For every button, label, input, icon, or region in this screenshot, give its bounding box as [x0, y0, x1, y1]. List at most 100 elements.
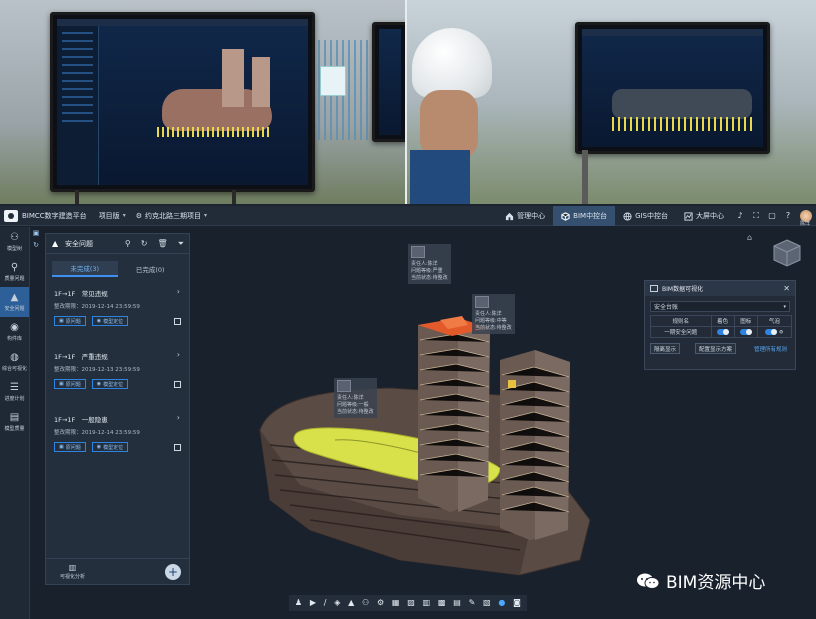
tab-management-center[interactable]: 管理中心 — [497, 206, 553, 226]
issue-title: 1F→1F 一般隐患 — [54, 416, 108, 424]
site-photo-left — [0, 0, 405, 204]
nav-quality-issues[interactable]: ⚲ 质量问题 — [0, 257, 29, 287]
home-view-icon[interactable]: ⌂ — [747, 233, 752, 242]
tab-bim-console[interactable]: BIM中控台 — [553, 206, 616, 226]
issue-title: 1F→1F 常见违规 — [54, 290, 108, 298]
fullscreen-icon[interactable]: ⛶ — [752, 212, 760, 220]
tree-icon[interactable]: ⚇ — [362, 599, 369, 607]
location-icon: ◉ — [96, 318, 102, 324]
bubble-toggle[interactable] — [765, 328, 778, 335]
scene-issue-tag[interactable]: 责任人:陈洋 问题等级:严重 当前状态:待整改 — [408, 244, 451, 284]
location-icon: ◉ — [96, 381, 102, 387]
chevron-right-icon[interactable]: › — [177, 287, 180, 296]
wechat-icon — [637, 573, 660, 589]
config-display-button[interactable]: 配置显示方案 — [694, 343, 736, 354]
collapse-icon[interactable]: ▣ — [33, 227, 40, 239]
tab-finished[interactable]: 已完成(0) — [118, 261, 184, 277]
nav-model-quality[interactable]: ▤ 模型质量 — [0, 407, 29, 437]
component-icon: ◉ — [10, 322, 19, 333]
add-issue-button[interactable]: + — [165, 564, 181, 580]
warning-icon: ▲ — [10, 292, 19, 303]
doc-icon[interactable]: ▤ — [453, 599, 461, 607]
search-icon[interactable]: ⚲ — [125, 239, 131, 249]
view-issue-button[interactable]: ▣ 原问题 — [54, 379, 86, 389]
locate-model-button[interactable]: ◉ 模型定位 — [91, 379, 129, 389]
list-item[interactable]: 1F→1F 一般隐患 › 整改期限：2019-12-14 23:59:59 ▣ 原问… — [54, 413, 183, 466]
filter-icon[interactable]: ⏷ — [178, 239, 184, 249]
nav-visualization[interactable]: ◍ 综合可视化 — [0, 347, 29, 377]
gear-icon[interactable]: ⚙ — [779, 329, 783, 335]
panel-header: ▲ 安全问题 ⚲ ↻ 🗑 ⏷ — [46, 234, 189, 254]
view-issue-button[interactable]: ▣ 原问题 — [54, 316, 86, 326]
tab-gis-console[interactable]: GIS中控台 — [615, 206, 676, 226]
tab-big-screen[interactable]: 大屏中心 — [676, 206, 732, 226]
layers-icon[interactable]: ▲ — [348, 599, 354, 607]
safety-issue-panel: ▲ 安全问题 ⚲ ↻ 🗑 ⏷ 未完成(3) 已完成(0) 1F→1F 常见违规 ›… — [45, 233, 190, 585]
top-bar: BIMCC数字建造平台 项目版 ▾ ⚙ 约克北路三期项目 ▾ 管理中心 BIM中… — [0, 206, 816, 227]
edit-icon[interactable]: ✎ — [469, 599, 476, 607]
nav-model-tree[interactable]: ⚇ 模型树 — [0, 227, 29, 257]
tab-unfinished[interactable]: 未完成(3) — [52, 261, 118, 277]
gear-icon[interactable]: ⚙ — [136, 212, 142, 220]
help-icon[interactable]: ? — [784, 212, 792, 220]
close-icon[interactable]: ✕ — [783, 284, 790, 293]
item-checkbox[interactable] — [174, 380, 181, 388]
deadline-value: 2019-12-14 23:59:59 — [81, 304, 140, 310]
issue-thumbnail-icon — [411, 246, 425, 258]
chevron-down-icon[interactable]: ▾ — [123, 212, 126, 219]
camera-icon[interactable]: ▶ — [310, 599, 316, 607]
deadline-label: 整改期限： — [54, 304, 82, 310]
gear-icon[interactable]: ⚙ — [377, 599, 384, 607]
chart-icon[interactable]: ▧ — [483, 599, 491, 607]
trash-icon[interactable]: 🗑 — [157, 239, 167, 249]
org-selector[interactable]: 项目版 — [99, 211, 120, 221]
walk-icon[interactable]: ♟ — [295, 599, 302, 607]
panel-mini-tools: ▣ ↻ — [31, 227, 41, 259]
issue-thumbnail-icon — [475, 296, 489, 308]
image-icon[interactable]: ▩ — [438, 599, 446, 607]
locate-model-button[interactable]: ◉ 模型定位 — [91, 442, 129, 452]
viz-title: BIM数据可视化 — [662, 286, 704, 293]
coloring-toggle[interactable] — [716, 328, 729, 335]
bim-app: BIMCC数字建造平台 项目版 ▾ ⚙ 约克北路三期项目 ▾ 管理中心 BIM中… — [0, 206, 816, 619]
issue-title: 1F→1F 严重违规 — [54, 353, 108, 361]
icon-toggle[interactable] — [739, 328, 752, 335]
robot-icon[interactable]: ◙ — [513, 599, 521, 607]
item-checkbox[interactable] — [174, 443, 181, 451]
site-monitor-middle — [372, 22, 405, 142]
project-selector[interactable]: 约克北路三期项目 — [145, 211, 201, 221]
map-icon[interactable]: ▨ — [407, 599, 415, 607]
screenshot-icon[interactable]: ▢ — [768, 212, 776, 220]
section-icon[interactable]: ◈ — [334, 599, 340, 607]
locate-model-button[interactable]: ◉ 模型定位 — [91, 316, 129, 326]
pin-icon[interactable]: ● — [498, 599, 505, 607]
manage-rules-button[interactable]: 管理所有规则 — [751, 343, 790, 354]
measure-icon[interactable]: ∕ — [324, 599, 327, 607]
visual-analysis-button[interactable]: ▥ 可视化分析 — [60, 563, 85, 580]
cube-icon — [561, 211, 570, 221]
panel-footer: ▥ 可视化分析 + — [46, 558, 189, 584]
scene-issue-tag[interactable]: 责任人:陈洋 问题等级:一般 当前状态:待整改 — [334, 378, 377, 418]
refresh-icon[interactable]: ↻ — [33, 239, 39, 251]
chevron-right-icon[interactable]: › — [177, 350, 180, 359]
nav-safety-issues[interactable]: ▲ 安全问题 — [0, 287, 29, 317]
chevron-down-icon[interactable]: ▾ — [204, 212, 207, 219]
nav-schedule[interactable]: ☰ 进度计划 — [0, 377, 29, 407]
item-checkbox[interactable] — [174, 317, 181, 325]
book-icon[interactable]: ▥ — [423, 599, 431, 607]
view-issue-button[interactable]: ▣ 原问题 — [54, 442, 86, 452]
chevron-right-icon[interactable]: › — [177, 413, 180, 422]
isolate-display-button[interactable]: 隔离显示 — [650, 343, 681, 354]
refresh-icon[interactable]: ↻ — [141, 239, 148, 249]
deadline-label: 整改期限： — [54, 430, 82, 436]
bottom-toolbar: ♟ ▶ ∕ ◈ ▲ ⚇ ⚙ ▦ ▨ ▥ ▩ ▤ ✎ ▧ ● ◙ — [289, 595, 527, 611]
table-row: 一期安全问题 ⚙ — [650, 326, 793, 338]
scene-issue-tag[interactable]: 责任人:陈洋 问题等级:中等 当前状态:待整改 — [472, 294, 515, 334]
ledger-select[interactable]: 安全台账 ▾ — [650, 301, 790, 312]
list-item[interactable]: 1F→1F 严重违规 › 整改期限：2019-12-13 23:59:59 ▣ 原问… — [54, 350, 183, 403]
grid-icon[interactable]: ▦ — [392, 599, 400, 607]
nav-component-library[interactable]: ◉ 构件库 — [0, 317, 29, 347]
bell-icon[interactable]: ♪ — [736, 212, 744, 220]
list-item[interactable]: 1F→1F 常见违规 › 整改期限：2019-12-14 23:59:59 ▣ 原问… — [54, 287, 183, 340]
view-cube-icon[interactable] — [772, 238, 802, 268]
